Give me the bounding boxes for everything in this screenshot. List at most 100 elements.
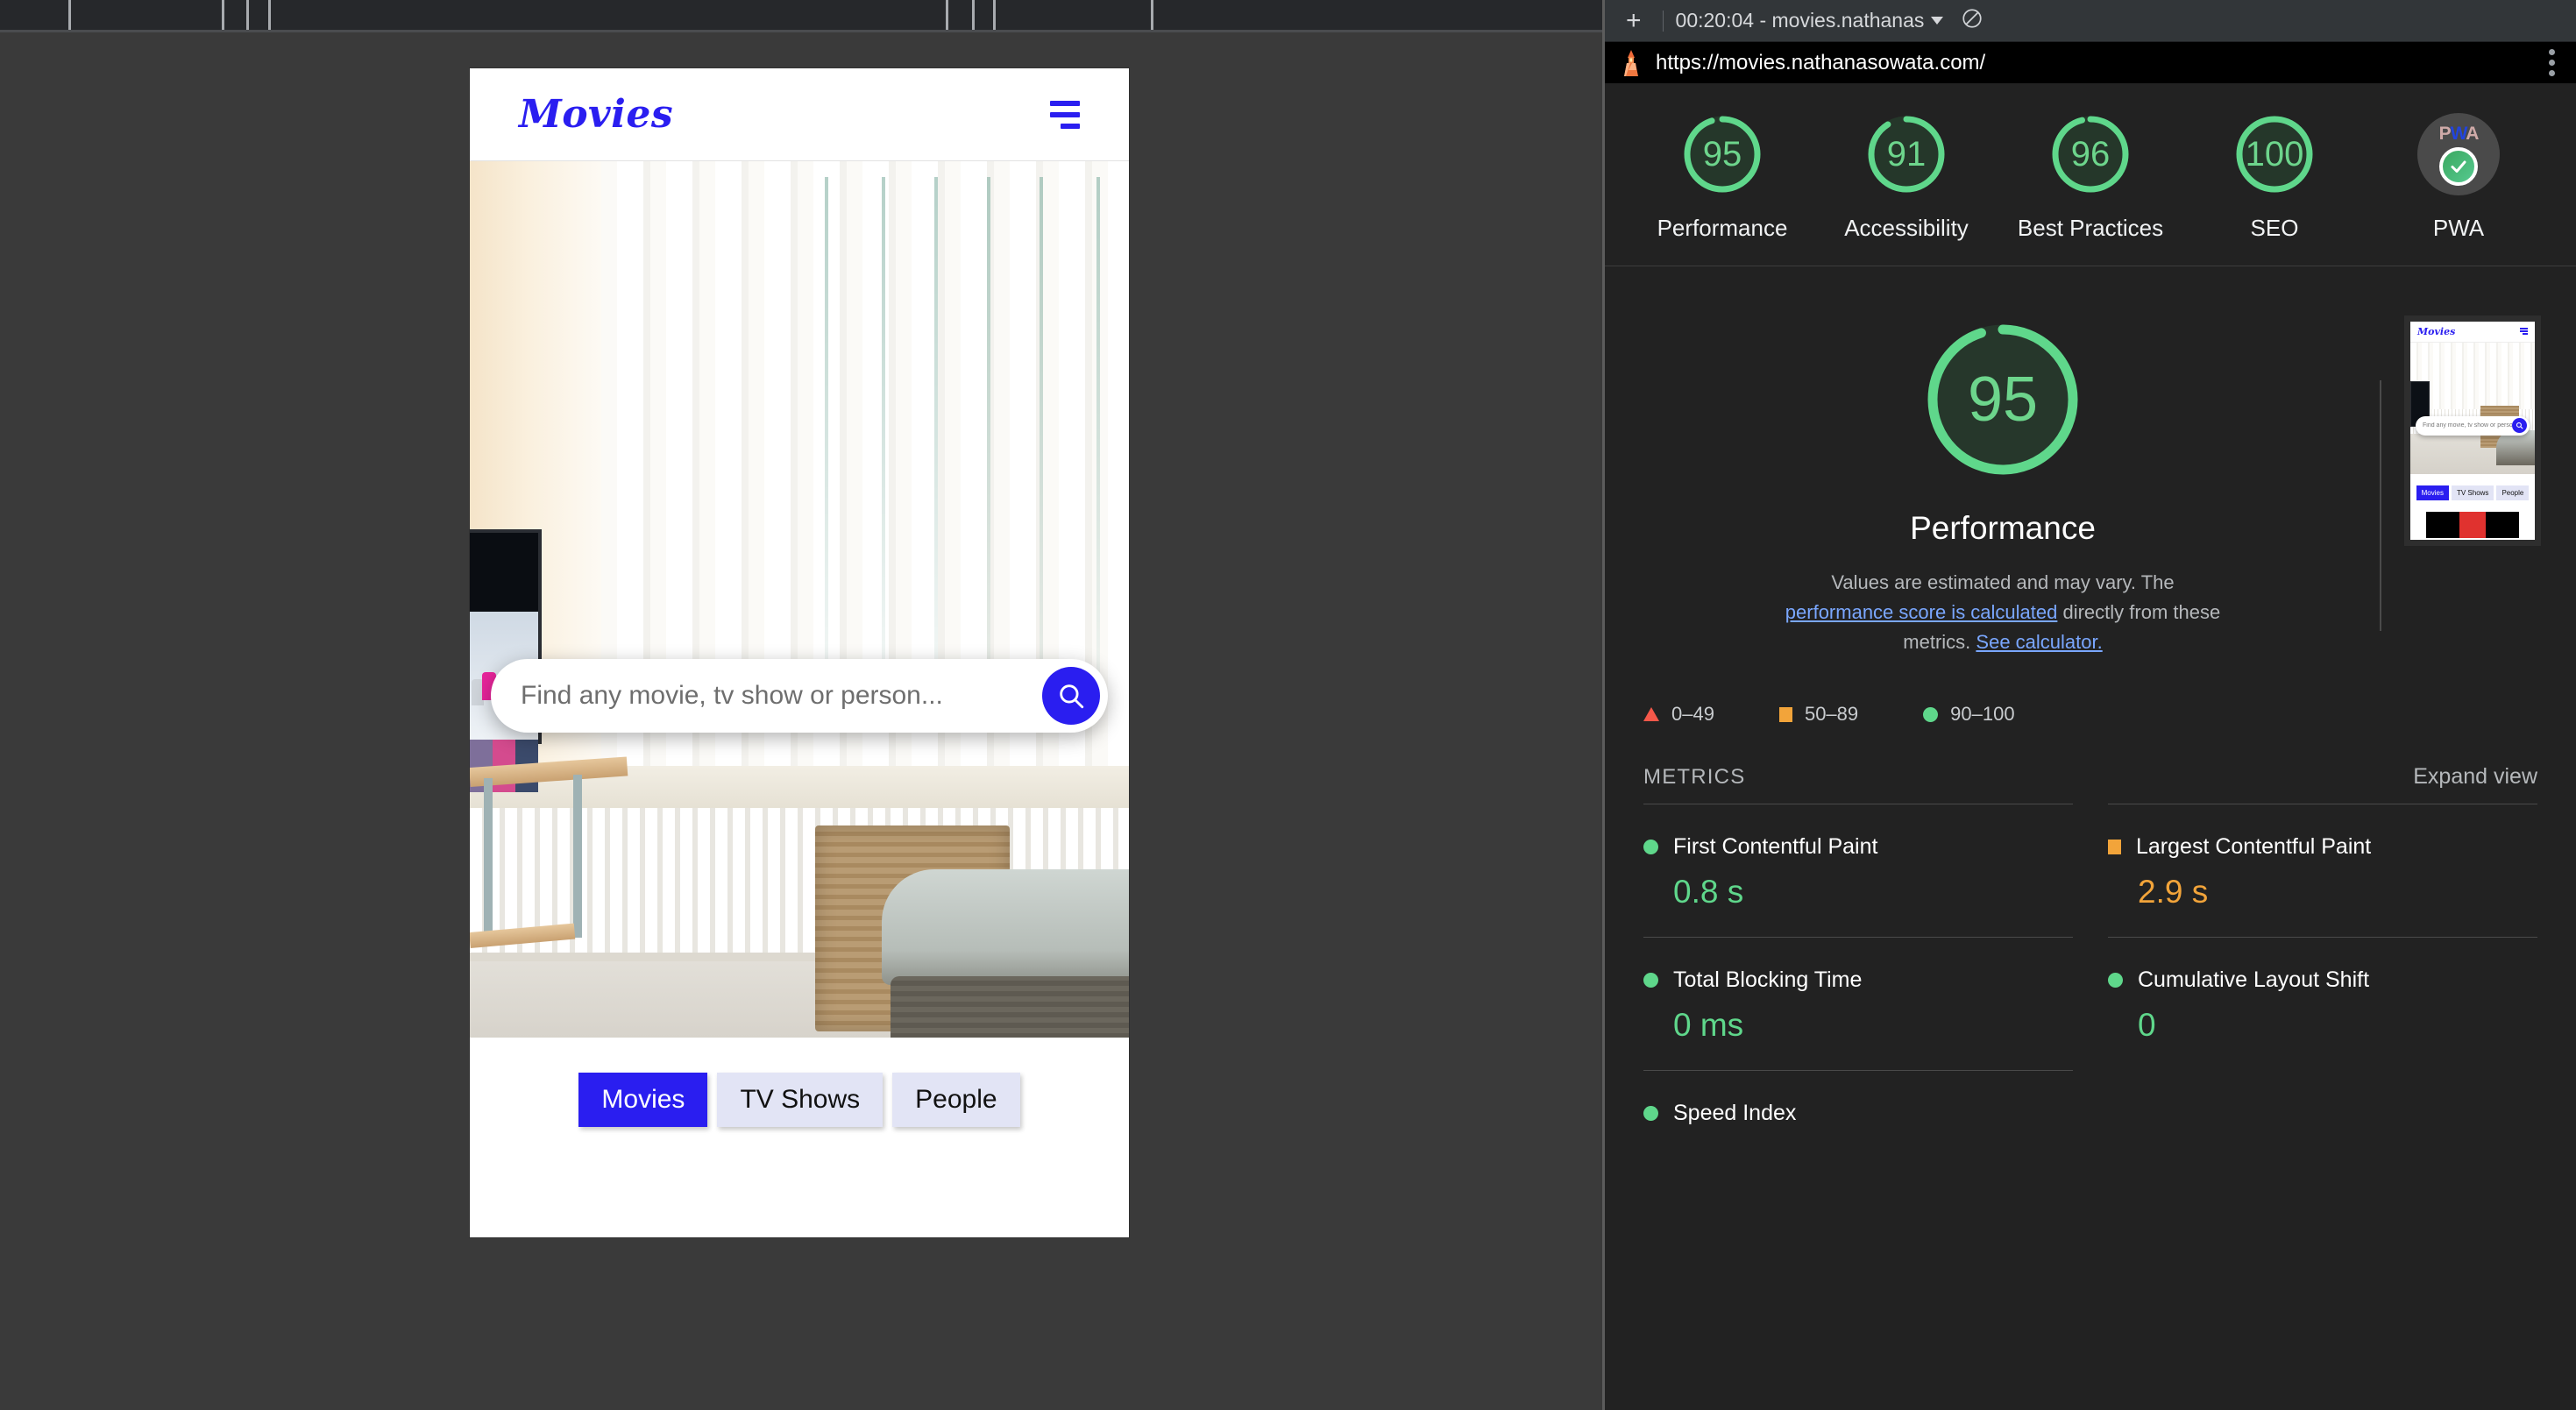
chevron-down-icon <box>1931 17 1943 25</box>
metric-largest-contentful-paint[interactable]: Largest Contentful Paint 2.9 s <box>2108 804 2537 937</box>
category-scores: 95 Performance 91 Accessibility <box>1605 83 2576 266</box>
tabstrip-tick <box>1151 0 1153 30</box>
metric-value: 0 ms <box>1673 1007 2073 1044</box>
lighthouse-icon <box>1619 49 1643 77</box>
thumbnail-poster-row <box>2410 512 2535 538</box>
gauge-accessibility: 91 <box>1865 113 1948 195</box>
expand-view-button[interactable]: Expand view <box>2413 764 2537 790</box>
pwa-badge: PWA <box>2417 113 2500 195</box>
status-dot-icon <box>2108 973 2123 988</box>
browser-viewport: Movies <box>0 0 1602 1410</box>
thumbnail-hero: Find any movie, tv show or person... <box>2410 343 2535 474</box>
sofa-base <box>891 976 1129 1038</box>
circle-icon <box>1923 707 1938 722</box>
performance-description: Values are estimated and may vary. The p… <box>1784 568 2222 657</box>
thumbnail-tabs: Movies TV Shows People <box>2410 474 2535 512</box>
thumbnail-search-icon <box>2512 418 2527 433</box>
score-value: 100 <box>2233 113 2316 195</box>
score-accessibility[interactable]: 91 Accessibility <box>1827 113 1985 243</box>
category-tabs: Movies TV Shows People <box>470 1038 1129 1127</box>
metric-first-contentful-paint[interactable]: First Contentful Paint 0.8 s <box>1643 804 2073 937</box>
metric-value: 0 <box>2138 1007 2537 1044</box>
score-best-practices[interactable]: 96 Best Practices <box>2012 113 2169 243</box>
no-entry-icon[interactable] <box>1961 7 1983 34</box>
score-legend: 0–49 50–89 90–100 <box>1643 703 2537 726</box>
score-label: SEO <box>2196 215 2353 243</box>
gauge-performance-large: 95 <box>1922 319 2083 480</box>
lighthouse-body: 95 Performance Values are estimated and … <box>1605 266 2576 1152</box>
search-icon <box>1056 681 1086 711</box>
metric-name: First Contentful Paint <box>1673 834 1877 860</box>
thumbnail-tab-movies: Movies <box>2416 485 2449 500</box>
status-dot-icon <box>1643 840 1658 854</box>
tab-movies[interactable]: Movies <box>578 1073 707 1127</box>
score-label: Performance <box>1643 215 1801 243</box>
new-report-button[interactable]: + <box>1617 8 1650 34</box>
performance-summary: 95 Performance Values are estimated and … <box>1643 266 2537 657</box>
kebab-menu-icon[interactable] <box>2542 46 2562 80</box>
legend-label: 50–89 <box>1805 703 1858 726</box>
score-label: Accessibility <box>1827 215 1985 243</box>
thumbnail-tab-people: People <box>2496 485 2529 500</box>
metric-name: Cumulative Layout Shift <box>2138 967 2369 993</box>
site-header: Movies <box>470 68 1129 161</box>
metric-value: 2.9 s <box>2138 874 2537 910</box>
score-value: 91 <box>1865 113 1948 195</box>
score-label: Best Practices <box>2012 215 2169 243</box>
page-thumbnail: Movies Find any movie, tv show or person… <box>2408 319 2537 542</box>
score-calculated-link[interactable]: performance score is calculated <box>1785 601 2058 623</box>
status-square-icon <box>2108 840 2121 854</box>
thumbnail-hamburger-icon <box>2520 328 2528 335</box>
legend-fail: 0–49 <box>1643 703 1714 726</box>
browser-tabstrip <box>0 0 1602 32</box>
metric-value: 0.8 s <box>1673 874 2073 910</box>
score-pwa[interactable]: PWA PWA <box>2380 113 2537 243</box>
metric-name: Speed Index <box>1673 1101 1796 1126</box>
performance-score-value: 95 <box>1922 319 2083 480</box>
report-selector[interactable]: 00:20:04 - movies.nathanas <box>1676 9 1944 32</box>
thumbnail-tab-tv-shows: TV Shows <box>2452 485 2494 500</box>
thumbnail-search-placeholder: Find any movie, tv show or person... <box>2423 422 2512 429</box>
legend-label: 90–100 <box>1950 703 2014 726</box>
tab-people[interactable]: People <box>892 1073 1019 1127</box>
hamburger-menu-icon[interactable] <box>1050 101 1080 129</box>
score-value: 95 <box>1681 113 1763 195</box>
tabstrip-tick <box>993 0 996 30</box>
score-label: PWA <box>2380 215 2537 243</box>
tabstrip-tick <box>268 0 271 30</box>
score-seo[interactable]: 100 SEO <box>2196 113 2353 243</box>
gauge-best-practices: 96 <box>2049 113 2132 195</box>
lighthouse-urlbar: https://movies.nathanasowata.com/ <box>1605 42 2576 83</box>
square-icon <box>1779 707 1792 722</box>
tabstrip-tick <box>246 0 249 30</box>
score-value: 96 <box>2049 113 2132 195</box>
metrics-title: METRICS <box>1643 765 1745 790</box>
web-page: Movies <box>470 68 1129 1237</box>
see-calculator-link[interactable]: See calculator. <box>1976 631 2102 653</box>
legend-pass: 90–100 <box>1923 703 2014 726</box>
tab-tv-shows[interactable]: TV Shows <box>717 1073 883 1127</box>
metric-name: Largest Contentful Paint <box>2136 834 2371 860</box>
site-logo[interactable]: Movies <box>519 92 673 137</box>
metric-name: Total Blocking Time <box>1673 967 1862 993</box>
legend-average: 50–89 <box>1779 703 1858 726</box>
toolbar-separator <box>1663 11 1664 32</box>
performance-score-block: 95 Performance Values are estimated and … <box>1643 319 2380 657</box>
thumbnail-logo: Movies <box>2417 326 2455 337</box>
triangle-icon <box>1643 707 1659 721</box>
page-thumbnail-wrapper: Movies Find any movie, tv show or person… <box>2381 319 2537 542</box>
gauge-seo: 100 <box>2233 113 2316 195</box>
metric-total-blocking-time[interactable]: Total Blocking Time 0 ms <box>1643 937 2073 1070</box>
lighthouse-panel: + 00:20:04 - movies.nathanas <box>1602 0 2576 1410</box>
url-text[interactable]: https://movies.nathanasowata.com/ <box>1656 51 2530 75</box>
search-bar <box>491 659 1108 733</box>
search-input[interactable] <box>521 681 1042 711</box>
pwa-wordmark: PWA <box>2439 124 2479 143</box>
performance-title: Performance <box>1643 510 2362 547</box>
score-performance[interactable]: 95 Performance <box>1643 113 1801 243</box>
metric-speed-index[interactable]: Speed Index <box>1643 1070 2073 1152</box>
tabstrip-tick <box>68 0 71 30</box>
metric-cumulative-layout-shift[interactable]: Cumulative Layout Shift 0 <box>2108 937 2537 1070</box>
search-button[interactable] <box>1042 667 1100 725</box>
lighthouse-toolbar: + 00:20:04 - movies.nathanas <box>1605 0 2576 42</box>
